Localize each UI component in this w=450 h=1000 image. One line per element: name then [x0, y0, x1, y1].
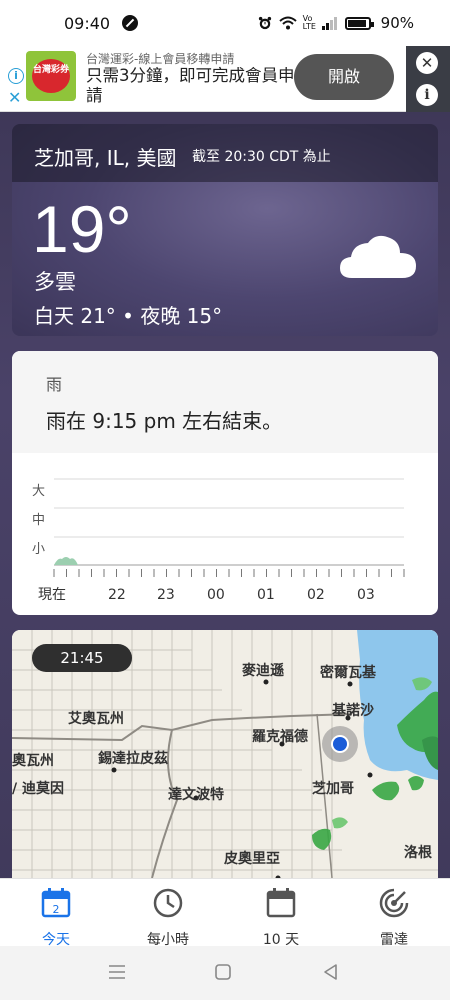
time-label-00: 00	[207, 587, 225, 603]
map-label-peoria: 皮奧里亞	[224, 851, 280, 867]
nav-tab-radar[interactable]: 雷達	[338, 885, 450, 948]
weather-condition: 多雲	[34, 270, 76, 294]
time-label-22: 22	[108, 587, 126, 603]
back-icon[interactable]	[320, 962, 342, 982]
status-time: 09:40	[64, 13, 111, 33]
map-label-iowa: 奧瓦州	[12, 753, 54, 769]
ad-close-button[interactable]: ✕	[416, 52, 438, 74]
as-of-time: 截至 20:30 CDT 為止	[192, 149, 331, 165]
level-medium: 中	[32, 513, 45, 528]
cloud-icon	[340, 235, 416, 278]
radar-map-card[interactable]: 21:45 麥迪遜 密爾瓦基 基諾沙 艾奧瓦州 羅克福德 奧瓦州 錫達拉皮茲 /…	[12, 630, 438, 878]
do-not-disturb-icon	[122, 15, 139, 31]
time-label-03: 03	[357, 587, 375, 603]
current-temperature: 19°	[32, 192, 132, 266]
ad-logo: 台灣彩券	[26, 51, 76, 101]
day-night-temperature: 白天 21° • 夜晚 15°	[34, 304, 223, 328]
location-name: 芝加哥, IL, 美國	[34, 146, 177, 170]
ad-dismiss-icon[interactable]: ✕	[8, 90, 21, 106]
calendar-icon	[266, 888, 296, 918]
home-icon[interactable]	[212, 962, 234, 982]
wifi-icon	[278, 16, 297, 30]
map-label-iowa-state: 艾奧瓦州	[68, 711, 124, 727]
bottom-navigation: 2 今天 每小時 10 天 雷達	[0, 878, 450, 948]
nav-tab-10-day[interactable]: 10 天	[225, 885, 337, 948]
map-label-rockford: 羅克福德	[252, 729, 308, 745]
radar-time-badge: 21:45	[32, 644, 132, 672]
rain-amount-shape	[54, 557, 78, 565]
map-label-davenport: 達文波特	[168, 787, 224, 803]
time-axis-ticks	[53, 569, 405, 577]
rain-summary: 雨 雨在 9:15 pm 左右結束。	[12, 351, 438, 453]
ad-open-button[interactable]: 開啟	[294, 54, 394, 100]
menu-icon[interactable]	[106, 962, 128, 982]
ad-banner[interactable]: i ✕ 台灣彩券 台灣運彩-線上會員移轉申請 只需3分鐘，即可完成會員申請 開啟	[0, 46, 450, 112]
system-navigation-bar	[0, 946, 450, 1000]
battery-icon	[344, 16, 374, 30]
ad-info-button[interactable]: i	[416, 84, 438, 106]
weather-card-header: 芝加哥, IL, 美國 截至 20:30 CDT 為止	[12, 124, 438, 182]
battery-percent: 90%	[380, 14, 414, 32]
rain-message: 雨在 9:15 pm 左右結束。	[46, 409, 283, 433]
rain-card[interactable]: 雨 雨在 9:15 pm 左右結束。 大 中 小 現在 22 23 00 01 …	[12, 351, 438, 615]
nav-tab-today[interactable]: 2 今天	[0, 885, 112, 948]
calendar-today-icon: 2	[41, 888, 71, 918]
map-label-logan: 洛根	[404, 845, 432, 861]
signal-icon	[321, 17, 337, 30]
map-label-cedar-rapids: 錫達拉皮茲	[98, 751, 168, 767]
clock-icon	[153, 888, 183, 918]
ad-headline: 只需3分鐘，即可完成會員申請	[86, 66, 295, 105]
level-light: 小	[32, 542, 45, 557]
current-weather-card[interactable]: 芝加哥, IL, 美國 截至 20:30 CDT 為止 19° 多雲 白天 21…	[12, 124, 438, 336]
map-label-milwaukee: 密爾瓦基	[320, 665, 376, 681]
alarm-icon	[258, 16, 271, 30]
map-label-chicago: 芝加哥	[312, 781, 354, 797]
time-label-now: 現在	[38, 587, 66, 603]
time-label-23: 23	[157, 587, 175, 603]
rain-title: 雨	[46, 375, 63, 394]
level-heavy: 大	[32, 484, 45, 499]
map-label-des-moines: / 迪莫因	[12, 781, 64, 797]
status-bar: 09:40 Vo LTE 90%	[0, 0, 450, 46]
volte-indicator: Vo LTE	[302, 14, 316, 31]
radar-icon	[379, 888, 409, 918]
time-label-01: 01	[257, 587, 275, 603]
ad-choices-icon[interactable]: i	[8, 68, 24, 84]
ad-headline-small: 台灣運彩-線上會員移轉申請	[86, 52, 235, 66]
map-label-madison: 麥迪遜	[242, 663, 284, 679]
map-label-kenosha: 基諾沙	[332, 703, 374, 719]
svg-text:2: 2	[53, 903, 60, 916]
nav-tab-hourly[interactable]: 每小時	[112, 885, 224, 948]
precipitation-chart: 大 中 小 現在 22 23 00 01 02 03	[32, 478, 405, 603]
time-label-02: 02	[307, 587, 325, 603]
